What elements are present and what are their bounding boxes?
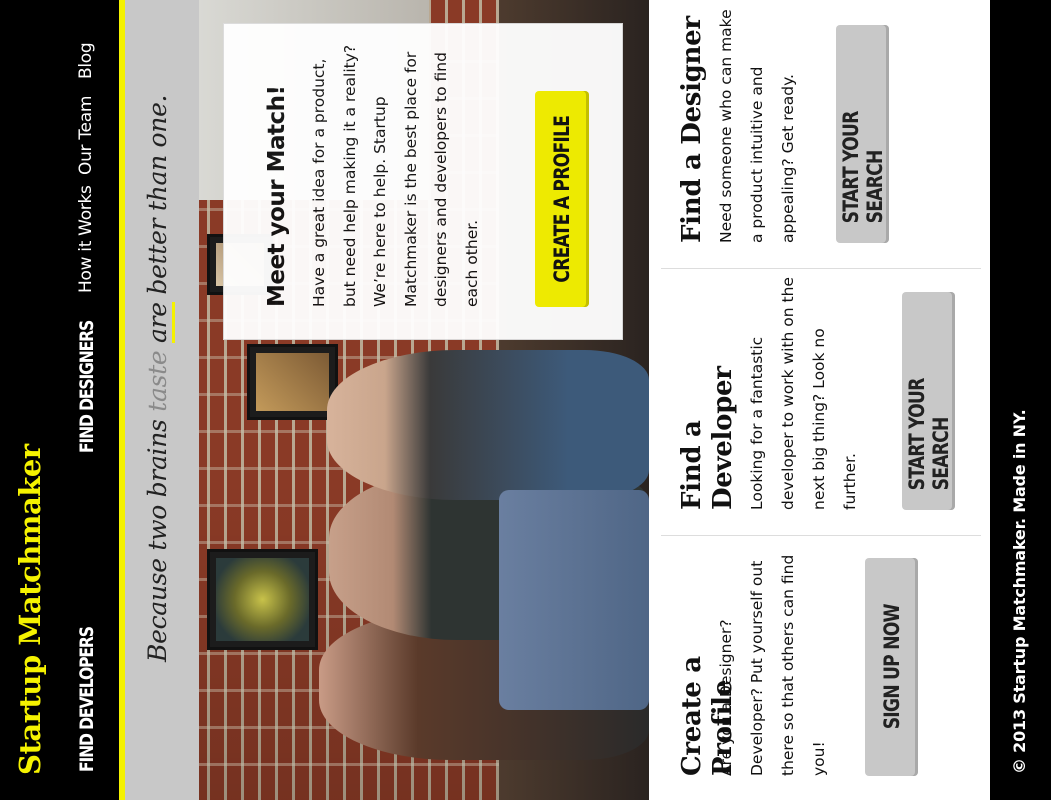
tagline-band: Because two brains taste are better than… [125, 0, 199, 800]
start-search-developer-button[interactable]: START YOUR SEARCH [902, 292, 955, 510]
wall-painting-1 [207, 549, 318, 650]
hero-card-title: Meet your Match! [264, 85, 290, 307]
tagline-part-1: Because two brains [143, 411, 172, 662]
tagline-part-3: better than one. [143, 94, 172, 303]
features-divider-2 [661, 268, 981, 269]
main-nav: FIND DEVELOPERS FIND DESIGNERS How it Wo… [68, 0, 112, 800]
nav-how-it-works[interactable]: How it Works [76, 185, 96, 293]
feature-body-find-developer: Looking for a fantastic developer to wor… [748, 277, 859, 510]
start-search-developer-label: START YOUR SEARCH [904, 378, 953, 491]
nav-our-team[interactable]: Our Team [76, 96, 96, 175]
footer-copyright: © 2013 Startup Matchmaker. Made in NY. [1010, 409, 1029, 774]
start-search-designer-label: START YOUR SEARCH [838, 111, 887, 224]
feature-body-find-designer: Need someone who can make a product intu… [717, 9, 797, 243]
tagline: Because two brains taste are better than… [143, 94, 175, 662]
sign-up-button[interactable]: SIGN UP NOW [865, 558, 918, 776]
hero-card-body: Have a great idea for a product, but nee… [310, 44, 481, 307]
tagline-are: are [143, 302, 175, 343]
brand-logo[interactable]: Startup Matchmaker [13, 444, 47, 775]
create-profile-button[interactable]: CREATE A PROFILE [535, 91, 589, 307]
feature-body-create-profile: Are you a Designer? Developer? Put yours… [717, 554, 828, 776]
create-profile-button-label: CREATE A PROFILE [550, 115, 574, 283]
wall-painting-2 [247, 344, 338, 420]
start-search-designer-button[interactable]: START YOUR SEARCH [836, 25, 889, 243]
person-right [327, 350, 649, 500]
page: Startup Matchmaker FIND DEVELOPERS FIND … [0, 0, 1051, 800]
tagline-space [143, 343, 172, 351]
hero-card: Meet your Match! Have a great idea for a… [224, 24, 622, 339]
nav-blog[interactable]: Blog [76, 43, 96, 79]
sign-up-button-label: SIGN UP NOW [879, 604, 904, 730]
site-header: Startup Matchmaker FIND DEVELOPERS FIND … [0, 0, 120, 800]
nav-find-designers[interactable]: FIND DESIGNERS [76, 321, 98, 453]
person-jeans [499, 490, 649, 710]
feature-title-find-designer: Find a Designer [677, 16, 707, 243]
site-footer: © 2013 Startup Matchmaker. Made in NY. [990, 0, 1051, 800]
features-section: Create a Profile Are you a Designer? Dev… [649, 0, 990, 800]
tagline-taste: taste [143, 350, 172, 412]
feature-title-find-developer: Find a Developer [677, 366, 738, 510]
features-divider-1 [661, 535, 981, 536]
nav-find-developers[interactable]: FIND DEVELOPERS [76, 627, 98, 772]
